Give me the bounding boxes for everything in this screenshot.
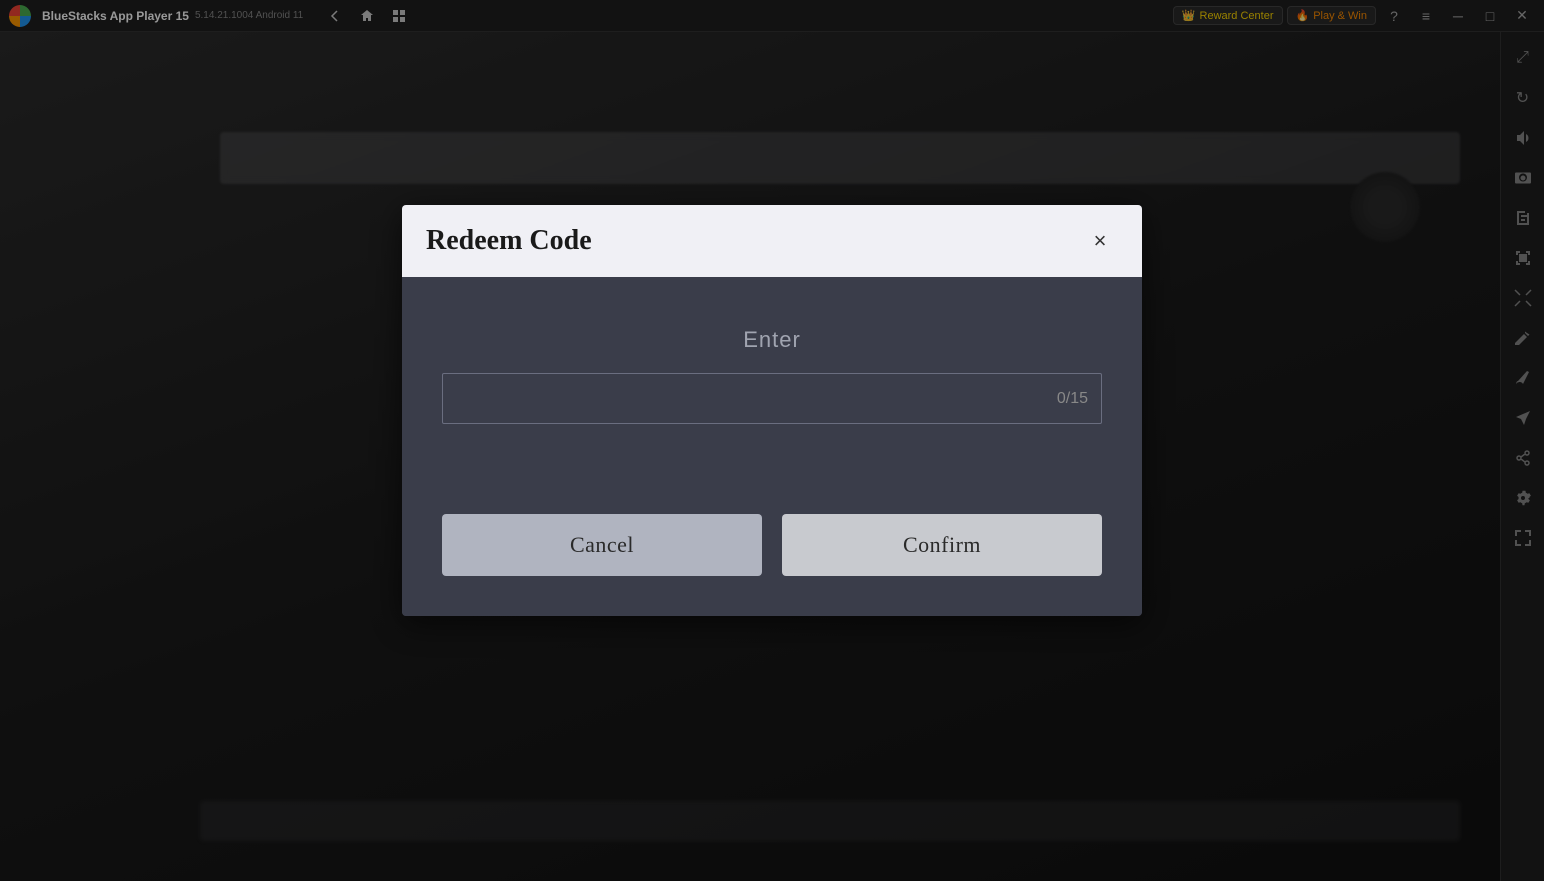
- cancel-button[interactable]: Cancel: [442, 514, 762, 576]
- dialog-header: Redeem Code ×: [402, 205, 1142, 277]
- dialog-close-button[interactable]: ×: [1082, 223, 1118, 259]
- enter-label: Enter: [743, 327, 801, 353]
- redeem-code-dialog: Redeem Code × Enter 0/15 Cancel Confirm: [402, 205, 1142, 616]
- dialog-body: Enter 0/15: [402, 277, 1142, 514]
- dialog-footer: Cancel Confirm: [402, 514, 1142, 616]
- dialog-title: Redeem Code: [426, 225, 592, 257]
- code-input-wrapper: 0/15: [442, 373, 1102, 424]
- code-input[interactable]: [442, 373, 1102, 424]
- confirm-button[interactable]: Confirm: [782, 514, 1102, 576]
- dialog-overlay: Redeem Code × Enter 0/15 Cancel Confirm: [0, 0, 1544, 881]
